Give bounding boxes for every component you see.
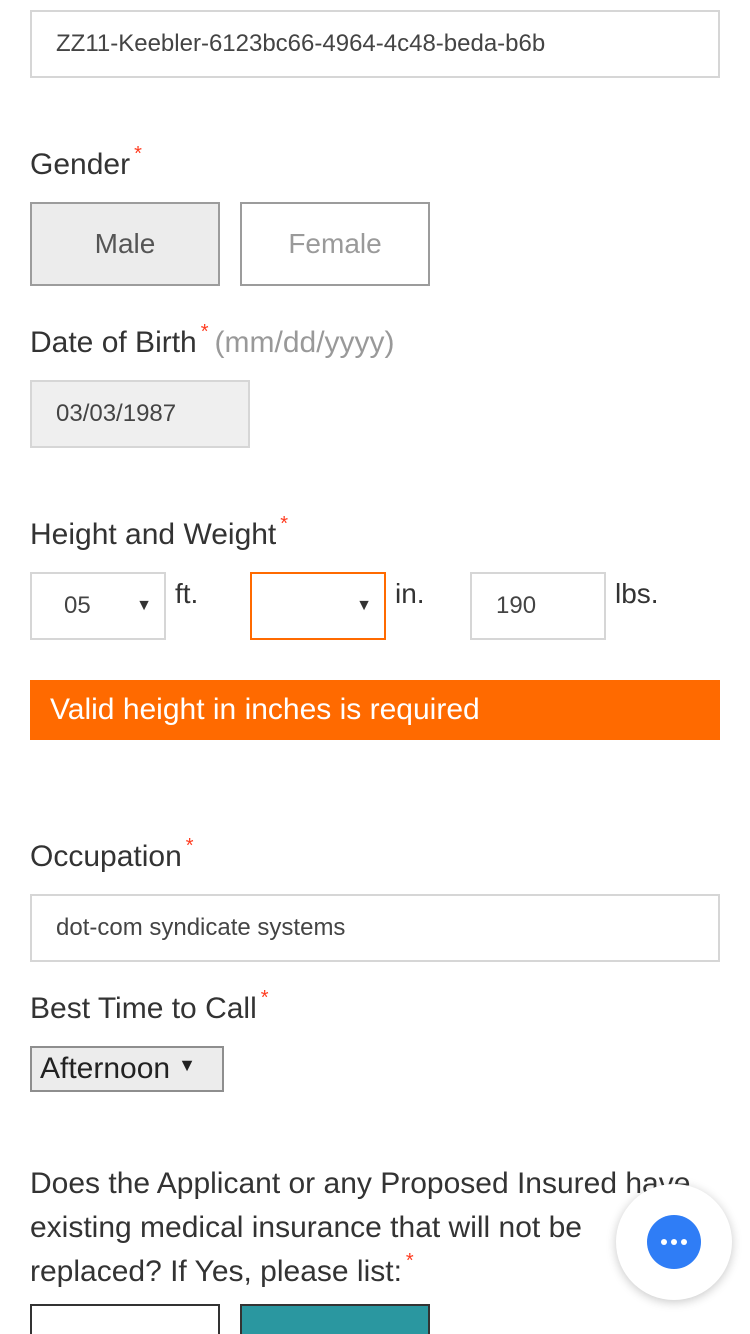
height-feet-value: 05 (64, 592, 91, 619)
required-asterisk: * (185, 835, 194, 857)
height-feet-select[interactable]: 05 ▼ (30, 572, 166, 640)
best-time-select[interactable]: Afternoon ▼ (30, 1046, 224, 1092)
required-asterisk: * (200, 321, 209, 343)
chat-launcher-button[interactable] (616, 1184, 732, 1300)
applicant-id-value: ZZ11-Keebler-6123bc66-4964-4c48-beda-b6b (56, 30, 546, 57)
dob-format-hint: (mm/dd/yyyy) (214, 326, 395, 359)
dob-input[interactable]: 03/03/1987 (30, 380, 250, 448)
dob-label: Date of Birth * (mm/dd/yyyy) (30, 321, 395, 359)
feet-unit-label: ft. (175, 578, 199, 609)
applicant-id-input[interactable]: ZZ11-Keebler-6123bc66-4964-4c48-beda-b6b (30, 10, 720, 78)
required-asterisk: * (260, 987, 269, 1009)
application-form-page: ZZ11-Keebler-6123bc66-4964-4c48-beda-b6b… (0, 0, 750, 1334)
height-weight-label: Height and Weight * (30, 513, 289, 551)
height-inches-select[interactable]: ▼ (250, 572, 386, 640)
weight-unit-label: lbs. (615, 578, 659, 609)
required-asterisk: * (280, 513, 289, 535)
occupation-value: dot-com syndicate systems (56, 914, 346, 941)
gender-female-button[interactable]: Female (240, 202, 430, 286)
chevron-down-icon: ▼ (178, 1054, 196, 1075)
dob-value: 03/03/1987 (56, 400, 177, 427)
chat-bubble-icon (647, 1215, 701, 1269)
gender-label: Gender * (30, 143, 142, 181)
height-error-message: Valid height in inches is required (50, 693, 480, 726)
weight-value: 190 (496, 592, 537, 619)
best-time-value: Afternoon (40, 1052, 171, 1085)
medical-no-button[interactable] (240, 1304, 430, 1334)
weight-input[interactable]: 190 (470, 572, 606, 640)
gender-male-button[interactable]: Male (30, 202, 220, 286)
required-asterisk: * (134, 143, 142, 165)
occupation-input[interactable]: dot-com syndicate systems (30, 894, 720, 962)
inches-unit-label: in. (395, 578, 425, 609)
medical-yes-button[interactable] (30, 1304, 220, 1334)
chevron-down-icon: ▼ (136, 597, 152, 614)
required-asterisk: * (405, 1250, 414, 1272)
occupation-label: Occupation * (30, 835, 194, 873)
best-time-label: Best Time to Call * (30, 987, 269, 1025)
height-error-banner: Valid height in inches is required (30, 680, 720, 740)
chevron-down-icon: ▼ (356, 597, 372, 614)
